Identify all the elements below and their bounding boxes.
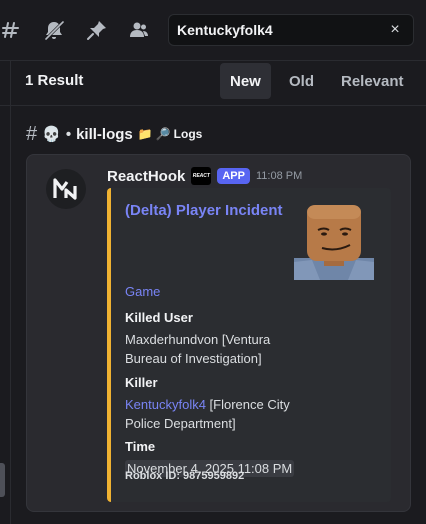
avatar[interactable] (46, 169, 86, 209)
channel-header[interactable]: # 💀 • kill-logs 📁 🔎 Logs (26, 122, 202, 146)
divider (0, 105, 426, 106)
author-name[interactable]: ReactHook (107, 168, 185, 185)
members-icon[interactable] (127, 18, 151, 42)
field-name: Time (125, 439, 156, 454)
text-channel-icon: # (26, 122, 38, 145)
clear-search-icon[interactable]: × (385, 20, 405, 40)
scrollbar[interactable] (0, 463, 5, 497)
sort-tab-new[interactable]: New (220, 63, 271, 99)
channel-separator: • (65, 125, 72, 143)
notifications-muted-icon[interactable] (42, 18, 66, 42)
killer-mention-link[interactable]: Kentuckyfolk4 (125, 397, 206, 412)
search-input[interactable] (177, 22, 385, 38)
magnifier-icon: 🔎 (155, 127, 171, 141)
sort-tab-relevant[interactable]: Relevant (331, 63, 414, 99)
app-badge: APP (217, 168, 250, 184)
results-count: 1 Result (25, 72, 84, 89)
field-value: Kentuckyfolk4 [Florence City Police Depa… (125, 395, 295, 433)
timestamp: 11:08 PM (255, 170, 303, 182)
toolbar: × (0, 0, 426, 60)
search-box: × (168, 14, 414, 46)
channel-name[interactable]: kill-logs (76, 126, 133, 143)
divider (0, 60, 426, 61)
field-name: Killed User (125, 310, 193, 325)
search-result-message[interactable]: ReactHook REACT APP 11:08 PM (Delta) Pla… (26, 154, 411, 512)
divider (10, 60, 11, 524)
folder-icon: 📁 (137, 127, 153, 141)
embed-field-killer: Killer Kentuckyfolk4 [Florence City Poli… (125, 374, 295, 433)
threads-icon[interactable] (1, 18, 25, 42)
skull-icon: 💀 (42, 126, 61, 143)
field-name: Killer (125, 375, 158, 390)
avatar-thumbnail[interactable] (294, 200, 374, 280)
channel-category: 📁 🔎 Logs (138, 127, 203, 141)
server-tag-icon[interactable]: REACT (191, 167, 212, 185)
embed-description: Game (125, 284, 161, 299)
field-value: Maxderhundvon [Ventura Bureau of Investi… (125, 332, 271, 366)
sort-tab-old[interactable]: Old (279, 63, 324, 99)
message-header: ReactHook REACT APP 11:08 PM (107, 165, 302, 187)
embed-field-killed-user: Killed User Maxderhundvon [Ventura Burea… (125, 309, 295, 368)
embed: (Delta) Player Incident Game Killed User… (107, 188, 391, 502)
category-name: Logs (173, 127, 203, 141)
embed-footer: Roblox ID: 9875959892 (125, 470, 245, 482)
search-results-panel: × 1 Result New Old Relevant # 💀 • kill-l… (0, 0, 426, 524)
embed-title: (Delta) Player Incident (125, 202, 283, 219)
pin-icon[interactable] (85, 18, 109, 42)
